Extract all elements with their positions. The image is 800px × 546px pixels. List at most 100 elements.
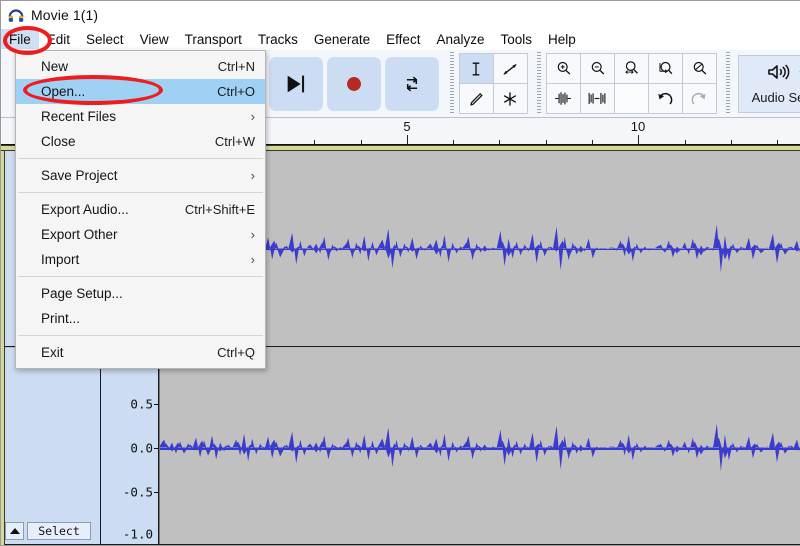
menu-help[interactable]: Help — [540, 29, 584, 49]
menu-item-label: Export Other — [41, 227, 118, 242]
menu-file[interactable]: File — [1, 29, 39, 49]
spacer-button — [613, 83, 649, 114]
ruler-tick-minor — [453, 140, 454, 144]
menu-item-save-project[interactable]: Save Project › — [16, 163, 265, 188]
audio-setup-button[interactable]: Audio Setup — [738, 54, 800, 113]
selection-tool-button[interactable] — [458, 53, 494, 84]
menu-item-label: Recent Files — [41, 109, 117, 124]
zoom-out-button[interactable] — [579, 53, 615, 84]
ruler-label-5: 5 — [403, 119, 411, 134]
menu-item-accel: Ctrl+Shift+E — [184, 202, 255, 217]
ruler-tick-minor — [592, 140, 593, 144]
window-title: Movie 1(1) — [31, 6, 99, 23]
audio-setup-toolbar: Audio Setup — [720, 50, 800, 117]
vruler-label: 0.5 — [130, 396, 153, 412]
ruler-tick-major — [407, 135, 408, 144]
menu-item-accel: Ctrl+Q — [217, 345, 255, 360]
menu-effect[interactable]: Effect — [378, 29, 428, 49]
vruler-label: -1.0 — [122, 526, 153, 542]
audio-setup-label: Audio Setup — [751, 90, 800, 105]
track-edge-indicator — [1, 151, 5, 545]
vruler-label: -0.5 — [122, 484, 153, 500]
loop-button[interactable] — [385, 56, 439, 111]
edit-grid — [545, 53, 717, 114]
menu-tools[interactable]: Tools — [492, 29, 540, 49]
menu-item-export-other[interactable]: Export Other › — [16, 222, 265, 247]
play-button[interactable] — [269, 56, 323, 111]
menu-item-accel: Ctrl+O — [217, 84, 255, 99]
ruler-tick-minor — [546, 140, 547, 144]
track-row-2: Select 1.0 0.5 0.0 -0.5 -1.0 — [1, 348, 800, 545]
menu-item-recent-files[interactable]: Recent Files › — [16, 104, 265, 129]
menu-separator — [18, 276, 263, 277]
undo-button[interactable] — [647, 83, 683, 114]
chevron-right-icon: › — [250, 109, 255, 124]
file-menu-dropdown: New Ctrl+N Open... Ctrl+O Recent Files ›… — [15, 50, 266, 369]
zoom-in-button[interactable] — [545, 53, 581, 84]
menu-separator — [18, 158, 263, 159]
chevron-right-icon: › — [250, 227, 255, 242]
menu-analyze[interactable]: Analyze — [428, 29, 492, 49]
menu-item-label: Open... — [41, 84, 86, 99]
multi-tool-button[interactable] — [492, 83, 528, 114]
menu-edit[interactable]: Edit — [39, 29, 78, 49]
transport-toolbar — [253, 50, 444, 117]
audio-setup-grip[interactable] — [725, 52, 732, 115]
redo-button[interactable] — [681, 83, 717, 114]
zoom-toggle-button[interactable] — [681, 53, 717, 84]
menu-item-label: Exit — [41, 345, 64, 360]
menu-item-label: Print... — [41, 311, 81, 326]
speaker-icon — [766, 62, 792, 87]
menu-item-exit[interactable]: Exit Ctrl+Q — [16, 340, 265, 365]
trim-audio-button[interactable] — [545, 83, 581, 114]
menu-generate[interactable]: Generate — [306, 29, 378, 49]
waveform-render — [160, 423, 800, 472]
menu-item-page-setup[interactable]: Page Setup... — [16, 281, 265, 306]
menu-item-label: Save Project — [41, 168, 118, 183]
track-2-waveform[interactable] — [159, 348, 800, 544]
track-2-controls[interactable]: Select — [1, 348, 101, 544]
menu-item-label: Import — [41, 252, 80, 267]
ruler-tick-minor — [314, 140, 315, 144]
ruler-tick-minor — [731, 140, 732, 144]
envelope-tool-button[interactable] — [492, 53, 528, 84]
menu-item-print[interactable]: Print... — [16, 306, 265, 331]
track-2-vertical-ruler: 1.0 0.5 0.0 -0.5 -1.0 — [101, 348, 159, 544]
audacity-window: Movie 1(1) File Edit Select View Transpo… — [0, 0, 800, 546]
tools-toolbar-grip[interactable] — [449, 52, 456, 115]
menu-item-label: New — [41, 59, 69, 74]
chevron-right-icon: › — [250, 252, 255, 267]
menu-item-close[interactable]: Close Ctrl+W — [16, 129, 265, 154]
ruler-label-10: 10 — [630, 119, 646, 134]
menu-separator — [18, 335, 263, 336]
menu-item-accel: Ctrl+N — [217, 59, 255, 74]
collapse-icon[interactable] — [5, 522, 24, 540]
menu-transport[interactable]: Transport — [177, 29, 250, 49]
ruler-tick-minor — [361, 140, 362, 144]
menu-item-import[interactable]: Import › — [16, 247, 265, 272]
fit-project-button[interactable] — [647, 53, 683, 84]
menu-view[interactable]: View — [132, 29, 177, 49]
menu-select[interactable]: Select — [78, 29, 132, 49]
fit-selection-button[interactable] — [613, 53, 649, 84]
edit-toolbar-grip[interactable] — [536, 52, 543, 115]
silence-audio-button[interactable] — [579, 83, 615, 114]
tools-toolbar — [444, 50, 531, 117]
headphones-icon — [7, 6, 25, 24]
ruler-tick-minor — [499, 140, 500, 144]
ruler-tick-major — [638, 135, 639, 144]
record-button[interactable] — [327, 56, 381, 111]
select-button[interactable]: Select — [27, 522, 91, 540]
tools-grid — [458, 53, 528, 114]
vruler-label: 0.0 — [130, 440, 153, 456]
ruler-tick-minor — [685, 140, 686, 144]
edit-toolbar — [531, 50, 720, 117]
menu-item-export-audio[interactable]: Export Audio... Ctrl+Shift+E — [16, 197, 265, 222]
menu-item-label: Close — [41, 134, 76, 149]
ruler-tick-minor — [777, 140, 778, 144]
menu-item-new[interactable]: New Ctrl+N — [16, 54, 265, 79]
draw-tool-button[interactable] — [458, 83, 494, 114]
menu-tracks[interactable]: Tracks — [250, 29, 306, 49]
menu-item-open[interactable]: Open... Ctrl+O — [16, 79, 265, 104]
title-bar: Movie 1(1) — [1, 1, 800, 28]
